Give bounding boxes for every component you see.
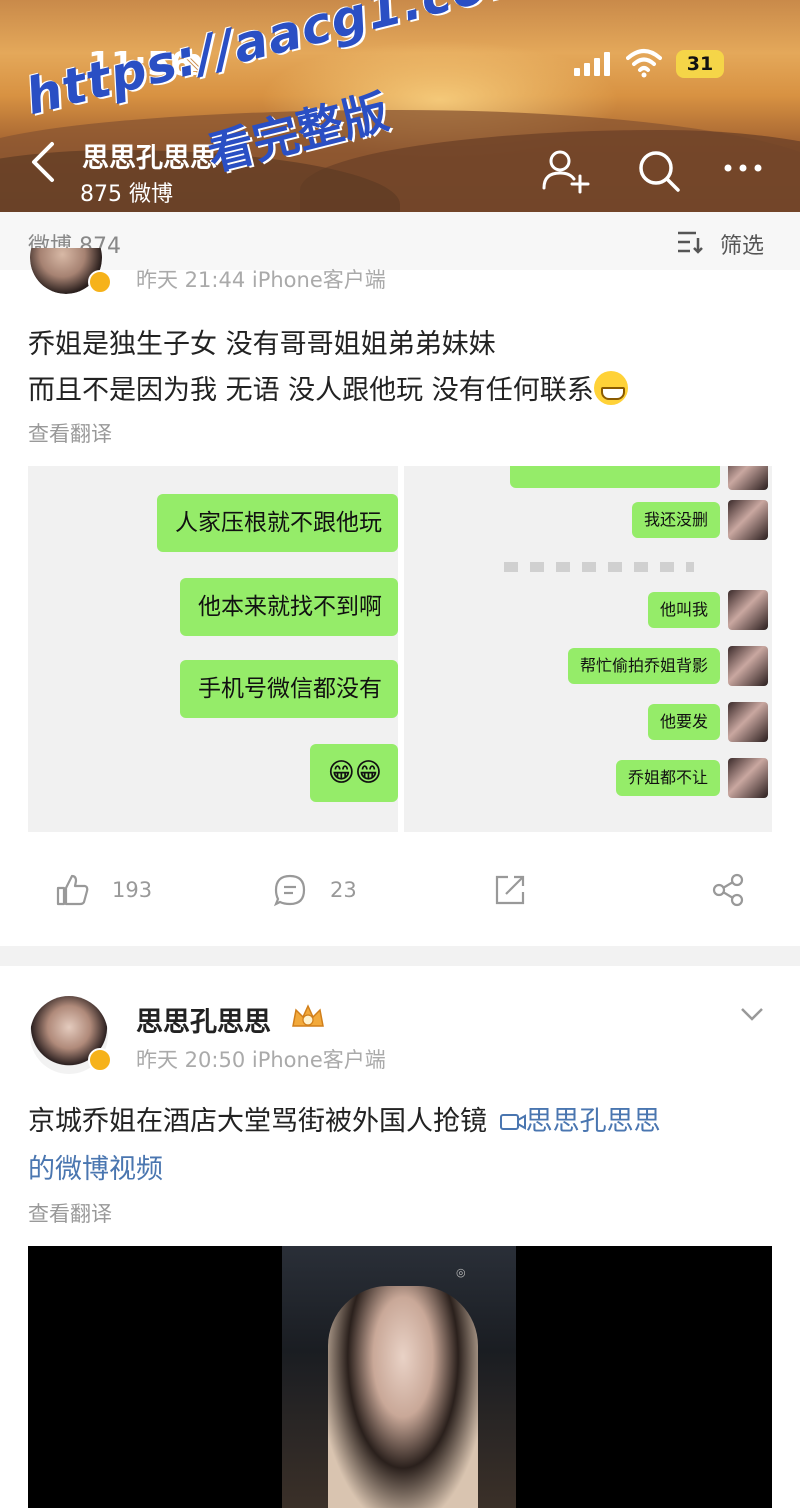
post-author-name[interactable]: 思思孔思思 [136, 1000, 271, 1039]
chat-screenshot-image[interactable]: 我还没删 他叫我 帮忙偷拍乔姐背影 他要发 乔姐都不让 [404, 466, 772, 832]
chat-bubble-cropped [510, 466, 720, 488]
like-count: 193 [112, 878, 153, 902]
chat-bubble: 我还没删 [631, 502, 720, 538]
chat-bubble: 帮忙偷拍乔姐背影 [567, 648, 720, 684]
translate-link[interactable]: 查看翻译 [28, 418, 112, 448]
video-player[interactable]: ◎ [28, 1246, 772, 1508]
filter-icon[interactable] [676, 230, 704, 254]
video-person [328, 1286, 478, 1508]
comment-icon [273, 874, 306, 907]
thumbs-up-icon [56, 874, 89, 906]
battery-indicator: 31 [676, 50, 724, 78]
grin-emoji-icon [593, 371, 628, 405]
chat-avatar [728, 590, 768, 630]
like-button[interactable]: 193 [54, 872, 152, 908]
search-icon[interactable] [632, 146, 686, 196]
filter-button[interactable]: 筛选 [720, 228, 764, 260]
post-meta: 昨天 21:44 iPhone客户端 [136, 268, 386, 292]
verified-badge-icon [88, 1048, 112, 1072]
chat-bubble: 人家压根就不跟他玩 [157, 494, 398, 552]
profile-name: 思思孔思思 [82, 143, 217, 174]
repost-button[interactable] [492, 872, 528, 908]
chat-screenshot-image[interactable]: 人家压根就不跟他玩 他本来就找不到啊 手机号微信都没有 😁😁 [28, 466, 398, 832]
chat-bubble: 他本来就找不到啊 [180, 578, 398, 636]
chat-bubble: 😁😁 [309, 744, 398, 802]
translate-link[interactable]: 查看翻译 [28, 1198, 112, 1228]
post-text-line: 乔姐是独生子女 没有哥哥姐姐弟弟妹妹 [28, 329, 496, 360]
verified-badge-icon [88, 270, 112, 294]
post-meta: 昨天 20:50 iPhone客户端 [136, 1048, 386, 1072]
chat-avatar [728, 702, 768, 742]
wifi-icon [626, 49, 662, 78]
crown-badge-icon [292, 1004, 324, 1027]
post-text[interactable]: 京城乔姐在酒店大堂骂街被外国人抢镜 思思孔思思 的微博视频 [28, 1098, 788, 1194]
chat-bubble: 他要发 [647, 704, 720, 740]
chat-avatar [728, 500, 768, 540]
signal-icon [574, 52, 610, 76]
post-divider [0, 946, 800, 966]
profile-post-count: 875 微博 [80, 182, 173, 207]
video-watermark-icon: ◎ [456, 1266, 466, 1279]
post-text[interactable]: 乔姐是独生子女 没有哥哥姐姐弟弟妹妹 而且不是因为我 无语 没人跟他玩 没有任何… [28, 322, 788, 414]
comment-button[interactable]: 23 [272, 872, 357, 908]
follow-user-icon[interactable] [540, 146, 594, 196]
comment-count: 23 [330, 878, 357, 902]
video-camera-icon [499, 1114, 526, 1130]
share-icon [712, 873, 744, 907]
chevron-down-icon[interactable] [738, 1004, 766, 1024]
chat-bubble: 手机号微信都没有 [180, 660, 398, 718]
chat-avatar [728, 646, 768, 686]
chat-avatar [728, 466, 768, 490]
post-text-line: 而且不是因为我 无语 没人跟他玩 没有任何联系 [28, 368, 788, 414]
blurred-text [504, 562, 694, 572]
repost-icon [495, 875, 525, 905]
chat-avatar [728, 758, 768, 798]
post-text-main: 京城乔姐在酒店大堂骂街被外国人抢镜 [28, 1106, 496, 1137]
back-arrow-icon[interactable] [28, 140, 56, 184]
more-options-icon[interactable] [716, 146, 770, 196]
chat-bubble: 乔姐都不让 [615, 760, 720, 796]
share-button[interactable] [710, 872, 746, 908]
chat-bubble: 他叫我 [647, 592, 720, 628]
